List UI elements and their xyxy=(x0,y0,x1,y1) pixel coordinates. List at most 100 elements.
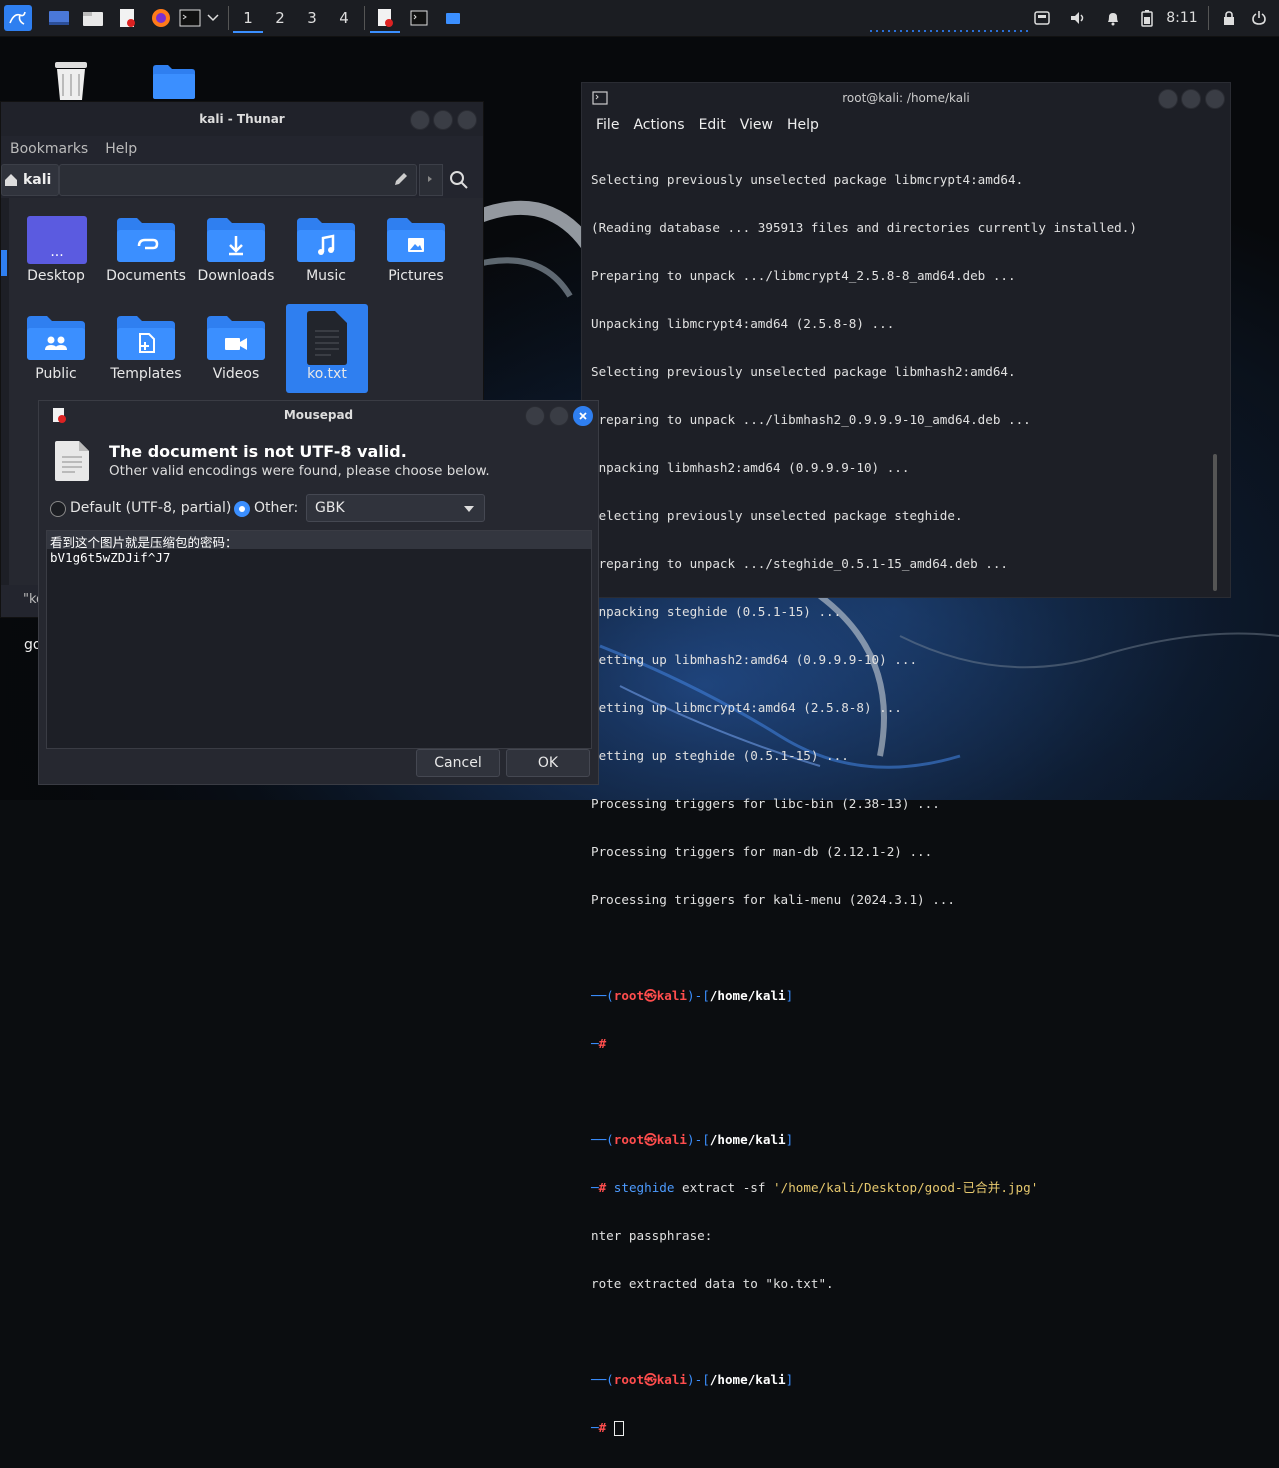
file-item-videos[interactable]: Videos xyxy=(195,304,277,392)
menu-help[interactable]: Help xyxy=(105,141,137,157)
home-folder-icon[interactable] xyxy=(152,64,196,104)
radio-other-label[interactable]: Other: xyxy=(254,500,298,516)
maximize-button[interactable] xyxy=(549,406,569,426)
text-cursor xyxy=(613,1421,624,1436)
close-button[interactable] xyxy=(1205,89,1225,109)
terminal-output[interactable]: Selecting previously unselected package … xyxy=(591,140,1211,1468)
menu-edit[interactable]: Edit xyxy=(699,117,726,133)
output-line: nter passphrase: xyxy=(591,1228,713,1243)
dialog-subtext: Other valid encodings were found, please… xyxy=(109,463,490,479)
cpu-graph xyxy=(870,30,1030,32)
output-line: Selecting previously unselected package … xyxy=(591,364,1016,379)
text-editor-icon[interactable] xyxy=(114,5,140,31)
output-line: rote extracted data to "ko.txt". xyxy=(591,1276,834,1291)
file-item-music[interactable]: Music xyxy=(285,206,367,294)
desktop-folder-icon: ... xyxy=(27,216,87,264)
radio-other[interactable] xyxy=(234,501,250,517)
edit-location-icon[interactable] xyxy=(393,171,409,191)
workspace-1[interactable]: 1 xyxy=(233,5,263,33)
ok-button[interactable]: OK xyxy=(506,749,590,777)
terminal-launcher-icon[interactable] xyxy=(178,5,202,31)
file-manager-icon[interactable] xyxy=(80,5,106,31)
trash-icon[interactable] xyxy=(51,60,91,106)
clock[interactable]: 8:11 xyxy=(1162,5,1202,31)
file-label: Public xyxy=(35,366,77,382)
maximize-button[interactable] xyxy=(1181,89,1201,109)
output-line: (Reading database ... 395913 files and d… xyxy=(591,220,1137,235)
thunar-title: kali - Thunar xyxy=(199,112,285,126)
location-bar: kali xyxy=(1,164,483,196)
terminal-scrollbar[interactable] xyxy=(1213,454,1217,591)
output-line: Setting up libmcrypt4:amd64 (2.5.8-8) ..… xyxy=(591,700,902,715)
music-folder-icon xyxy=(297,218,355,262)
firefox-icon[interactable] xyxy=(148,5,174,31)
show-desktop-icon[interactable] xyxy=(46,5,72,31)
output-line: Processing triggers for kali-menu (2024.… xyxy=(591,892,955,907)
workspace-2[interactable]: 2 xyxy=(265,5,295,31)
path-next-button[interactable] xyxy=(419,164,443,196)
file-item-downloads[interactable]: Downloads xyxy=(195,206,277,294)
menu-file[interactable]: File xyxy=(596,117,619,133)
encoding-select[interactable]: GBK xyxy=(306,494,485,522)
prompt-line: ─# xyxy=(591,1420,1211,1436)
menu-help[interactable]: Help xyxy=(787,117,819,133)
workspace-3[interactable]: 3 xyxy=(297,5,327,31)
screen-icon[interactable] xyxy=(1030,5,1054,31)
search-icon[interactable] xyxy=(449,170,469,194)
encoding-preview[interactable]: 看到这个图片就是压缩包的密码： bV1g6t5wZDJif^J7 xyxy=(46,530,592,749)
file-item-desktop[interactable]: ... Desktop xyxy=(15,206,97,294)
file-item-documents[interactable]: Documents xyxy=(105,206,187,294)
prompt-line: ──(root㉿kali)-[/home/kali] xyxy=(591,988,794,1003)
file-label: Documents xyxy=(106,268,186,284)
battery-icon[interactable] xyxy=(1135,5,1159,31)
output-line: Preparing to unpack .../libmcrypt4_2.5.8… xyxy=(591,268,1016,283)
task-thunar-icon[interactable] xyxy=(438,5,468,31)
output-line: Unpacking libmhash2:amd64 (0.9.9.9-10) .… xyxy=(591,460,910,475)
close-button[interactable] xyxy=(573,406,593,426)
minimize-button[interactable] xyxy=(525,406,545,426)
task-terminal-icon[interactable] xyxy=(404,5,434,31)
radio-default[interactable] xyxy=(50,501,66,517)
text-file-icon xyxy=(307,311,347,365)
terminal-titlebar[interactable]: root@kali: /home/kali xyxy=(582,83,1230,113)
terminal-menubar: File Actions Edit View Help xyxy=(582,113,1230,137)
public-folder-icon xyxy=(27,316,85,360)
menu-bookmarks[interactable]: Bookmarks xyxy=(10,141,88,157)
chevron-down-icon[interactable] xyxy=(204,5,222,31)
workspace-4[interactable]: 4 xyxy=(329,5,359,31)
path-entry[interactable] xyxy=(59,164,417,196)
output-line: Unpacking steghide (0.5.1-15) ... xyxy=(591,604,842,619)
top-panel: 1 2 3 4 8:11 xyxy=(0,0,1279,37)
file-item-pictures[interactable]: Pictures xyxy=(375,206,457,294)
notifications-icon[interactable] xyxy=(1101,5,1125,31)
radio-default-label[interactable]: Default (UTF-8, partial) xyxy=(70,500,231,516)
output-line: Processing triggers for man-db (2.12.1-2… xyxy=(591,844,933,859)
file-item-ko-txt[interactable]: ko.txt xyxy=(286,304,368,393)
minimize-button[interactable] xyxy=(410,110,430,130)
cancel-button[interactable]: Cancel xyxy=(416,749,500,777)
path-button-home[interactable]: kali xyxy=(1,164,59,196)
file-label: Downloads xyxy=(197,268,275,284)
output-line: Setting up steghide (0.5.1-15) ... xyxy=(591,748,849,763)
lock-icon[interactable] xyxy=(1217,5,1241,31)
volume-icon[interactable] xyxy=(1066,5,1090,31)
svg-text:...: ... xyxy=(50,244,63,260)
kali-menu-icon[interactable] xyxy=(4,5,32,31)
minimize-button[interactable] xyxy=(1158,89,1178,109)
side-pane xyxy=(1,198,9,585)
close-button[interactable] xyxy=(457,110,477,130)
maximize-button[interactable] xyxy=(433,110,453,130)
downloads-folder-icon xyxy=(207,218,265,262)
mousepad-titlebar[interactable]: Mousepad xyxy=(39,401,598,429)
menu-view[interactable]: View xyxy=(740,117,773,133)
prompt-line: ─# xyxy=(591,1036,607,1051)
mousepad-title: Mousepad xyxy=(283,408,354,422)
videos-folder-icon xyxy=(207,316,265,360)
file-item-public[interactable]: Public xyxy=(15,304,97,392)
thunar-titlebar[interactable]: kali - Thunar xyxy=(1,102,483,136)
menu-actions[interactable]: Actions xyxy=(633,117,684,133)
power-icon[interactable] xyxy=(1247,5,1271,31)
terminal-window: root@kali: /home/kali File Actions Edit … xyxy=(581,82,1231,1436)
task-mousepad-icon[interactable] xyxy=(370,5,400,33)
file-item-templates[interactable]: Templates xyxy=(105,304,187,392)
